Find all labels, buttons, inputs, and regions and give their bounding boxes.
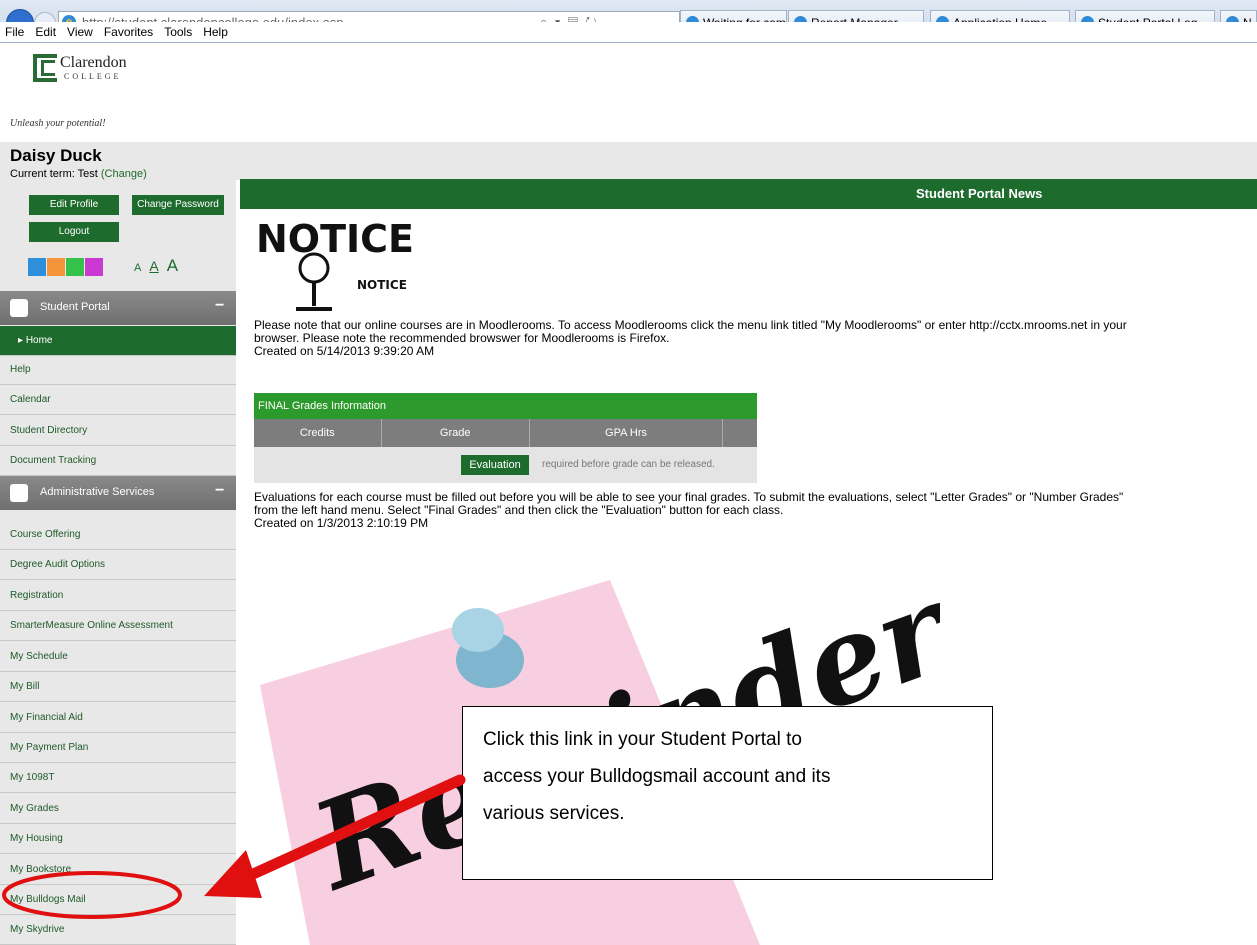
tagline: Unleash your potential!	[10, 118, 106, 129]
font-large[interactable]: A	[167, 256, 178, 275]
menu-view[interactable]: View	[67, 25, 93, 39]
nav-my-schedule[interactable]: My Schedule	[0, 642, 236, 672]
evaluation-button[interactable]: Evaluation	[461, 455, 529, 475]
notice-illustration: NOTICE NOTICE	[256, 217, 414, 311]
nav-course-offering[interactable]: Course Offering	[0, 520, 236, 550]
nav-my-grades[interactable]: My Grades	[0, 794, 236, 824]
briefcase-icon	[10, 484, 28, 502]
person-icon	[10, 299, 28, 317]
logout-button[interactable]: Logout	[29, 222, 119, 242]
nav-student-directory[interactable]: Student Directory	[0, 416, 236, 446]
theme-purple[interactable]	[85, 258, 103, 276]
nav-calendar[interactable]: Calendar	[0, 385, 236, 415]
logo-sub: COLLEGE	[64, 72, 122, 81]
section-student-portal[interactable]: Student Portal −	[0, 291, 236, 325]
nav-registration[interactable]: Registration	[0, 581, 236, 611]
nav-my-bill[interactable]: My Bill	[0, 672, 236, 702]
news-date: Created on 5/14/2013 9:39:20 AM	[254, 344, 435, 358]
news-title: Student Portal News	[916, 186, 1043, 201]
menu-tools[interactable]: Tools	[164, 25, 192, 39]
final-grades-table: FINAL Grades Information Credits Grade G…	[254, 393, 757, 483]
nav-degree-audit[interactable]: Degree Audit Options	[0, 550, 236, 580]
collapse-icon[interactable]: −	[215, 482, 224, 500]
menu-favorites[interactable]: Favorites	[104, 25, 153, 39]
nav-my-skydrive[interactable]: My Skydrive	[0, 915, 236, 945]
font-medium[interactable]: A	[149, 258, 158, 274]
nav-my-financial-aid[interactable]: My Financial Aid	[0, 703, 236, 733]
evaluation-note: required before grade can be released.	[542, 459, 715, 470]
news-header: Student Portal News	[240, 179, 1257, 209]
change-password-button[interactable]: Change Password	[132, 195, 224, 215]
nav-my-housing[interactable]: My Housing	[0, 824, 236, 854]
theme-green[interactable]	[66, 258, 84, 276]
grades-columns: Credits Grade GPA Hrs	[254, 419, 757, 447]
logo-name: Clarendon	[60, 54, 127, 71]
col-gpa-hrs: GPA Hrs	[530, 419, 724, 447]
font-size-controls: AAA	[134, 256, 178, 276]
edit-profile-button[interactable]: Edit Profile	[29, 195, 119, 215]
theme-swatches	[28, 258, 104, 279]
current-term: Current term: Test (Change)	[10, 168, 147, 180]
collapse-icon[interactable]: −	[215, 297, 224, 315]
font-small[interactable]: A	[134, 262, 141, 274]
notice-small-text: NOTICE	[357, 278, 407, 292]
section-administrative-services[interactable]: Administrative Services −	[0, 476, 236, 510]
nav-my-1098t[interactable]: My 1098T	[0, 763, 236, 793]
instruction-callout: Click this link in your Student Portal t…	[462, 706, 993, 880]
nav-document-tracking[interactable]: Document Tracking	[0, 446, 236, 476]
grades-row: Evaluation required before grade can be …	[254, 447, 757, 483]
user-name: Daisy Duck	[10, 146, 102, 165]
nav-my-bulldogs-mail[interactable]: My Bulldogs Mail	[0, 885, 236, 915]
nav-help[interactable]: Help	[0, 355, 236, 385]
menu-edit[interactable]: Edit	[35, 25, 56, 39]
nav-my-bookstore[interactable]: My Bookstore	[0, 855, 236, 885]
menu-bar: File Edit View Favorites Tools Help	[0, 22, 1257, 42]
grades-title: FINAL Grades Information	[254, 393, 757, 419]
nav-home[interactable]: ▸ Home	[0, 326, 236, 356]
theme-orange[interactable]	[47, 258, 65, 276]
nav-my-payment-plan[interactable]: My Payment Plan	[0, 733, 236, 763]
col-extra	[723, 419, 757, 447]
logo-icon-inner	[41, 60, 55, 76]
menu-file[interactable]: File	[5, 25, 24, 39]
news-item-1: Please note that our online courses are …	[254, 319, 1254, 358]
notice-big-text: NOTICE	[256, 217, 414, 261]
menu-help[interactable]: Help	[203, 25, 228, 39]
theme-blue[interactable]	[28, 258, 46, 276]
nav-smartermeasure[interactable]: SmarterMeasure Online Assessment	[0, 611, 236, 641]
news-item-2: Evaluations for each course must be fill…	[254, 491, 1254, 530]
col-credits: Credits	[254, 419, 382, 447]
change-term-link[interactable]: (Change)	[101, 168, 147, 180]
col-grade: Grade	[382, 419, 530, 447]
cartoon-head	[298, 252, 330, 284]
news-date: Created on 1/3/2013 2:10:19 PM	[254, 516, 429, 530]
